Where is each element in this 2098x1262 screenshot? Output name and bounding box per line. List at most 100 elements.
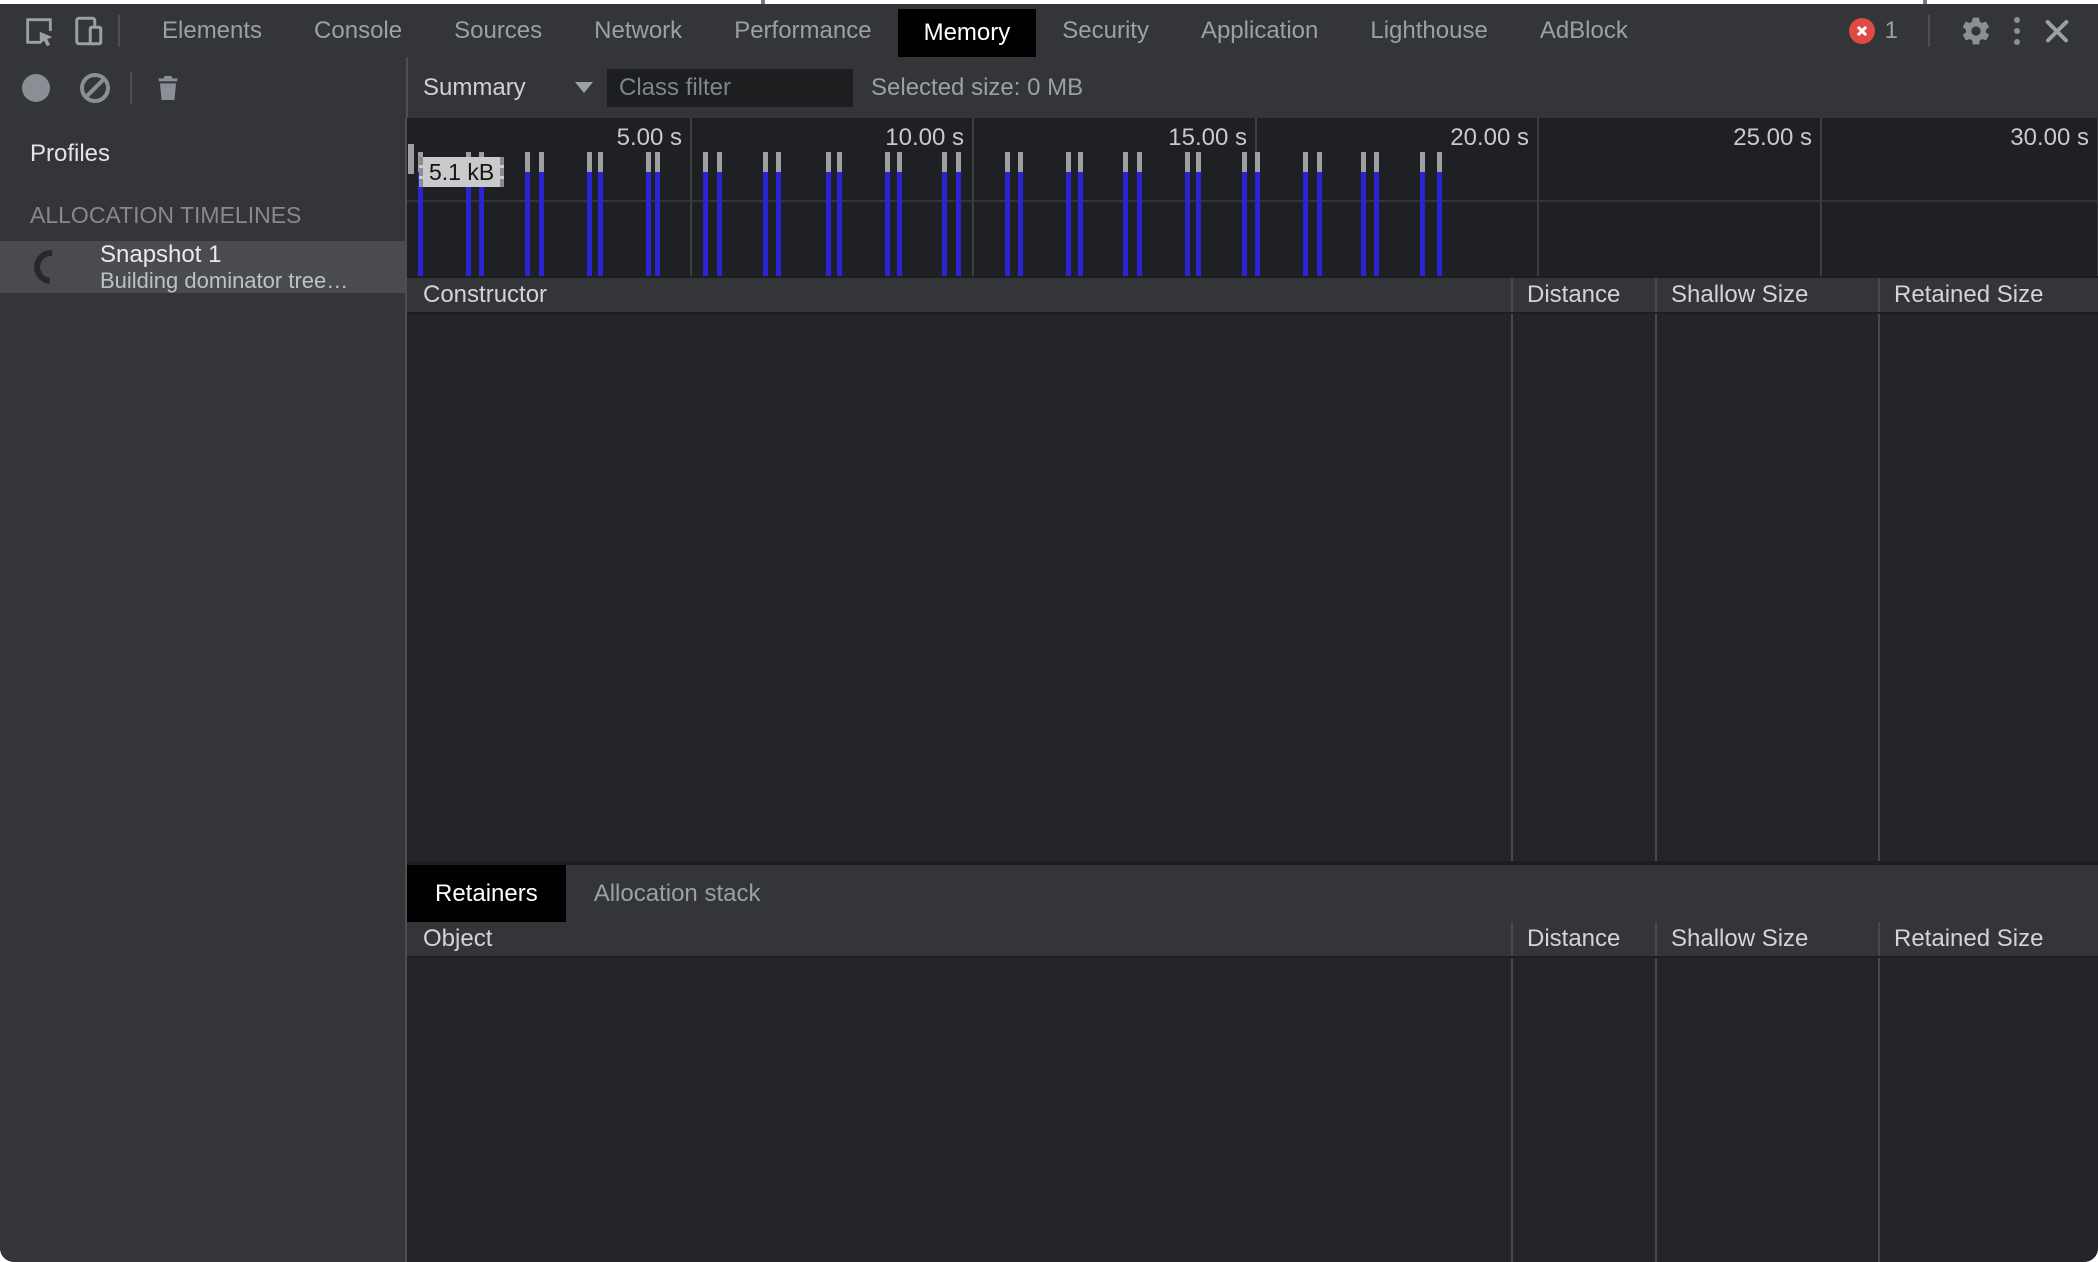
class-filter-input[interactable] (607, 68, 853, 107)
column-divider[interactable] (1878, 278, 1880, 312)
column-divider[interactable] (1511, 922, 1513, 956)
tab-security[interactable]: Security (1036, 4, 1175, 57)
object-grid-body (407, 958, 2098, 1262)
allocation-bar (1005, 172, 1010, 276)
allocation-bar-cap (1361, 152, 1366, 172)
allocation-bar-cap (776, 152, 781, 172)
time-gridline (972, 118, 974, 276)
close-devtools-icon[interactable] (2042, 16, 2072, 46)
allocation-bar (897, 172, 902, 276)
perspective-select[interactable]: Summary (423, 74, 593, 102)
allocation-bar-cap (1437, 152, 1442, 172)
allocation-bar (837, 172, 842, 276)
tab-retainers[interactable]: Retainers (407, 865, 566, 922)
more-options-kebab-icon[interactable] (2010, 13, 2024, 49)
allocation-bar-cap (717, 152, 722, 172)
selection-size-label[interactable]: 5.1 kB (419, 157, 505, 187)
column-header-shallow-size[interactable]: Shallow Size (1655, 278, 1808, 312)
clear-profiles-icon[interactable] (80, 72, 110, 103)
column-header-retained-size[interactable]: Retained Size (1878, 278, 2043, 312)
tabbar-divider (118, 14, 120, 47)
time-gridline (1537, 118, 1539, 276)
allocation-bar (956, 172, 961, 276)
allocation-bar-cap (763, 152, 768, 172)
chevron-down-icon (575, 82, 593, 93)
inspect-element-icon[interactable] (22, 14, 56, 48)
allocation-bar (587, 172, 592, 276)
column-header-retained-size[interactable]: Retained Size (1878, 922, 2043, 956)
allocation-bar (1361, 172, 1366, 276)
tab-network[interactable]: Network (568, 4, 708, 57)
column-divider (1878, 314, 1880, 861)
tab-performance[interactable]: Performance (708, 4, 897, 57)
allocation-bar (479, 172, 484, 276)
memory-toolbar: Summary Selected size: 0 MB (0, 57, 2098, 118)
allocation-bar (1255, 172, 1260, 276)
column-header-object[interactable]: Object (407, 922, 492, 956)
allocation-bar (885, 172, 890, 276)
allocation-bar (1123, 172, 1128, 276)
allocation-bar (1420, 172, 1425, 276)
allocation-bar (1303, 172, 1308, 276)
column-divider (1511, 314, 1513, 861)
column-header-distance[interactable]: Distance (1511, 922, 1620, 956)
error-badge-icon[interactable] (1848, 17, 1875, 44)
allocation-bar-cap (826, 152, 831, 172)
tab-sources[interactable]: Sources (428, 4, 568, 57)
tab-elements[interactable]: Elements (136, 4, 288, 57)
device-toolbar-icon[interactable] (70, 13, 106, 49)
tab-console[interactable]: Console (288, 4, 428, 57)
allocation-bar (1185, 172, 1190, 276)
allocation-bar (776, 172, 781, 276)
allocation-bar-cap (525, 152, 530, 172)
snapshot-name: Snapshot 1 (100, 240, 222, 268)
allocation-bar-cap (942, 152, 947, 172)
column-divider[interactable] (1878, 922, 1880, 956)
allocation-bar-cap (1137, 152, 1142, 172)
allocation-bar (418, 172, 423, 276)
allocation-bar-cap (1005, 152, 1010, 172)
allocation-bar (1437, 172, 1442, 276)
column-header-shallow-size[interactable]: Shallow Size (1655, 922, 1808, 956)
timeline-horizontal-gridline (407, 200, 2098, 202)
tab-application[interactable]: Application (1175, 4, 1344, 57)
column-header-constructor[interactable]: Constructor (407, 278, 547, 312)
allocation-bar (942, 172, 947, 276)
allocation-bar (539, 172, 544, 276)
column-header-distance[interactable]: Distance (1511, 278, 1620, 312)
column-divider[interactable] (1655, 278, 1657, 312)
tab-memory[interactable]: Memory (897, 9, 1037, 57)
allocation-bar (466, 172, 471, 276)
allocation-bar-cap (1018, 152, 1023, 172)
tab-lighthouse[interactable]: Lighthouse (1344, 4, 1513, 57)
timeline-chart[interactable]: 5.1 kB 5.00 s 10.00 s 15.00 s 20.00 s 25.00 … (407, 118, 2098, 278)
view-controls: Summary Selected size: 0 MB (407, 68, 1083, 107)
snapshot-text: Snapshot 1 Building dominator tree… (100, 242, 348, 292)
devtools-tabbar: Elements Console Sources Network Perform… (0, 4, 2098, 57)
allocation-bar (1374, 172, 1379, 276)
error-count[interactable]: 1 (1885, 17, 1898, 45)
tab-allocation-stack[interactable]: Allocation stack (566, 865, 789, 922)
column-divider[interactable] (1511, 278, 1513, 312)
profiles-title: Profiles (30, 140, 111, 167)
allocation-bar-cap (1317, 152, 1322, 172)
allocation-bar-cap (1123, 152, 1128, 172)
column-divider (1655, 314, 1657, 861)
column-divider[interactable] (1655, 922, 1657, 956)
time-tick-label: 20.00 s (1450, 124, 1529, 151)
time-tick-label: 25.00 s (1733, 124, 1812, 151)
time-tick-label: 30.00 s (2010, 124, 2089, 151)
selection-left-grip[interactable] (408, 144, 414, 174)
allocation-bar-cap (837, 152, 842, 172)
profiles-sidebar: Profiles ALLOCATION TIMELINES Snapshot 1… (0, 118, 407, 1262)
allocation-bar (1196, 172, 1201, 276)
allocation-bar-cap (1374, 152, 1379, 172)
settings-gear-icon[interactable] (1960, 15, 1992, 47)
tab-adblock[interactable]: AdBlock (1514, 4, 1654, 57)
snapshot-list-item[interactable]: Snapshot 1 Building dominator tree… (0, 241, 405, 293)
panel-tabs: Elements Console Sources Network Perform… (136, 4, 1654, 57)
record-heap-icon[interactable] (22, 73, 50, 102)
allocation-bar-cap (897, 152, 902, 172)
allocation-bar-cap (1185, 152, 1190, 172)
delete-profile-trash-icon[interactable] (152, 72, 184, 104)
